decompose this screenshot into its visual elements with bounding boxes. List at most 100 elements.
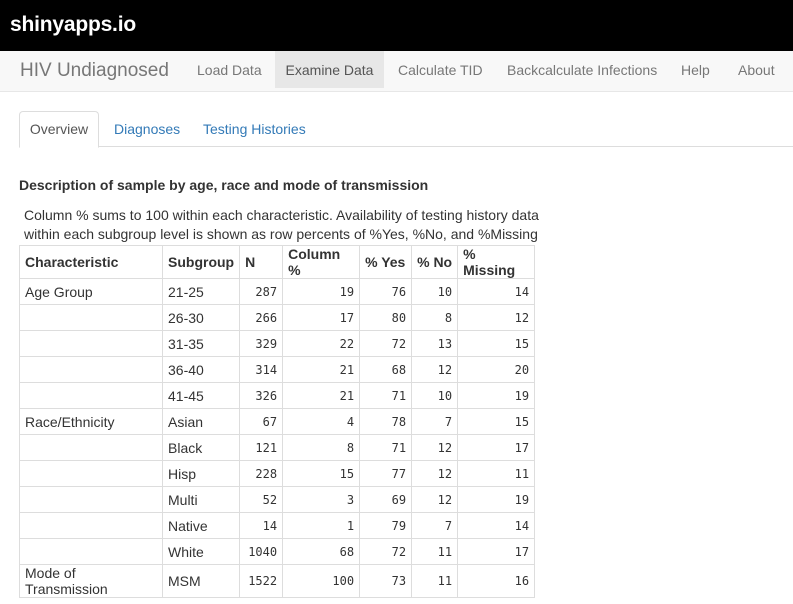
subgroup-cell: 31-35 [161,330,241,357]
characteristic-cell [19,356,163,383]
column-pct-cell: 21 [282,382,361,409]
pct-no-cell: 7 [411,408,459,435]
subgroup-cell: Hisp [161,460,241,487]
nav-backcalculate-infections[interactable]: Backcalculate Infections [495,51,669,88]
table-header-row: Characteristic Subgroup N Column % % Yes… [19,245,536,279]
column-pct-cell: 17 [282,304,361,331]
subgroup-cell: MSM [161,564,241,598]
subgroup-cell: Native [161,512,241,539]
subgroup-cell: White [161,538,241,565]
nav-examine-data[interactable]: Examine Data [275,51,384,88]
table-row: 26-30 266 17 80 8 12 [19,304,536,331]
pct-missing-cell: 19 [457,486,536,513]
table-row: Multi 52 3 69 12 19 [19,486,536,513]
pct-yes-cell: 73 [359,564,413,598]
pct-no-cell: 11 [411,564,459,598]
table-row: 31-35 329 22 72 13 15 [19,330,536,357]
pct-missing-cell: 15 [457,330,536,357]
column-pct-cell: 8 [282,434,361,461]
characteristic-cell [19,538,163,565]
pct-no-cell: 12 [411,460,459,487]
pct-yes-cell: 69 [359,486,413,513]
n-cell: 329 [239,330,284,357]
header-pct-missing: % Missing [457,245,536,279]
pct-no-cell: 12 [411,434,459,461]
characteristic-cell: Mode of Transmission [19,564,163,598]
table-row: Age Group 21-25 287 19 76 10 14 [19,278,536,305]
characteristic-cell [19,512,163,539]
pct-yes-cell: 72 [359,538,413,565]
pct-no-cell: 10 [411,278,459,305]
pct-yes-cell: 71 [359,434,413,461]
nav-load-data[interactable]: Load Data [185,51,274,88]
characteristic-cell [19,330,163,357]
table-body: Age Group 21-25 287 19 76 10 14 26-30 266 17 80 8 12… [19,278,536,598]
caption-line: Column % sums to 100 within each charact… [24,207,539,223]
subgroup-cell: 21-25 [161,278,241,305]
pct-yes-cell: 78 [359,408,413,435]
n-cell: 314 [239,356,284,383]
column-pct-cell: 100 [282,564,361,598]
tab-overview[interactable]: Overview [19,111,99,148]
table-row: Black 121 8 71 12 17 [19,434,536,461]
characteristic-cell [19,486,163,513]
pct-no-cell: 12 [411,486,459,513]
n-cell: 287 [239,278,284,305]
tab-diagnoses[interactable]: Diagnoses [102,111,192,147]
section-title: Description of sample by age, race and m… [19,177,429,193]
caption-line: within each subgroup level is shown as r… [24,226,538,242]
app-title[interactable]: HIV Undiagnosed [20,60,169,82]
table-caption: Column % sums to 100 within each charact… [24,206,544,244]
pct-missing-cell: 20 [457,356,536,383]
pct-yes-cell: 77 [359,460,413,487]
subgroup-cell: Black [161,434,241,461]
column-pct-cell: 1 [282,512,361,539]
characteristic-cell [19,304,163,331]
nav-calculate-tid[interactable]: Calculate TID [386,51,495,88]
characteristic-cell: Age Group [19,278,163,305]
table-row: Native 14 1 79 7 14 [19,512,536,539]
table-row: 36-40 314 21 68 12 20 [19,356,536,383]
n-cell: 67 [239,408,284,435]
pct-yes-cell: 72 [359,330,413,357]
app-navbar: HIV Undiagnosed Load Data Examine Data C… [0,51,793,92]
nav-help[interactable]: Help [669,51,722,88]
header-characteristic: Characteristic [19,245,163,279]
pct-no-cell: 13 [411,330,459,357]
pct-no-cell: 8 [411,304,459,331]
subgroup-cell: 26-30 [161,304,241,331]
column-pct-cell: 22 [282,330,361,357]
column-pct-cell: 68 [282,538,361,565]
site-brand[interactable]: shinyapps.io [10,13,136,37]
characteristic-cell [19,382,163,409]
pct-missing-cell: 14 [457,278,536,305]
table-row: Mode of Transmission MSM 1522 100 73 11 16 [19,564,536,598]
column-pct-cell: 4 [282,408,361,435]
subgroup-cell: Multi [161,486,241,513]
n-cell: 326 [239,382,284,409]
header-pct-no: % No [411,245,459,279]
pct-no-cell: 10 [411,382,459,409]
subgroup-cell: 41-45 [161,382,241,409]
pct-yes-cell: 80 [359,304,413,331]
pct-missing-cell: 17 [457,434,536,461]
pct-missing-cell: 14 [457,512,536,539]
column-pct-cell: 21 [282,356,361,383]
pct-no-cell: 11 [411,538,459,565]
characteristic-cell [19,460,163,487]
nav-about[interactable]: About [726,51,787,88]
pct-missing-cell: 16 [457,564,536,598]
table-row: Race/Ethnicity Asian 67 4 78 7 15 [19,408,536,435]
n-cell: 266 [239,304,284,331]
column-pct-cell: 19 [282,278,361,305]
n-cell: 52 [239,486,284,513]
n-cell: 121 [239,434,284,461]
pct-missing-cell: 17 [457,538,536,565]
pct-yes-cell: 76 [359,278,413,305]
pct-missing-cell: 19 [457,382,536,409]
tab-testing-histories[interactable]: Testing Histories [191,111,318,147]
header-pct-yes: % Yes [359,245,413,279]
n-cell: 1522 [239,564,284,598]
tab-bar: Overview Diagnoses Testing Histories [19,111,793,148]
n-cell: 228 [239,460,284,487]
